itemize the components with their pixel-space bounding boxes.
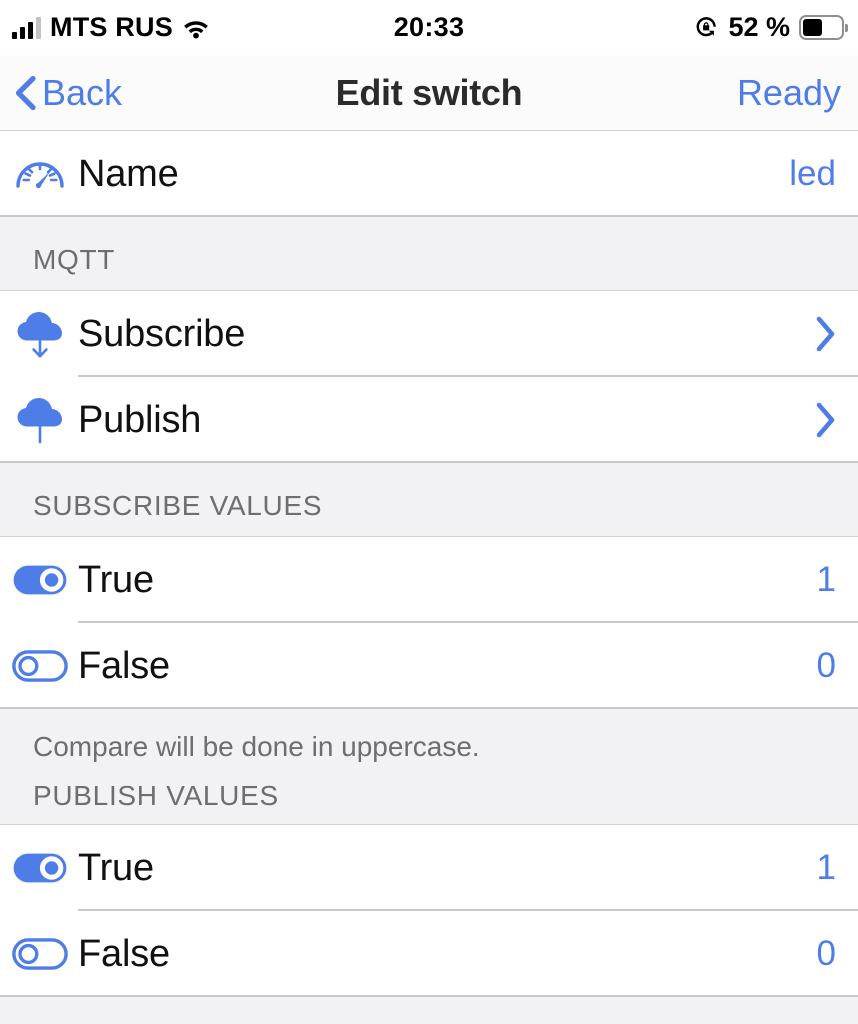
row-label: Publish (78, 399, 202, 441)
status-bar: MTS RUS 20:33 52 % (0, 0, 858, 55)
section-group: Subscribe Publish (0, 291, 858, 463)
row-separator (0, 707, 858, 709)
toggle-on-icon (12, 564, 78, 596)
row-value: 0 (816, 646, 836, 685)
subscribe-row[interactable]: Subscribe (0, 291, 858, 377)
subscribe-true-row[interactable]: True 1 (0, 537, 858, 623)
ready-button[interactable]: Ready (737, 72, 841, 114)
status-bar-right: 52 % (694, 0, 848, 55)
section-header: SUBSCRIBE VALUES (0, 463, 858, 537)
toggle-on-icon (12, 852, 78, 884)
row-label: True (78, 559, 154, 601)
row-value: led (789, 154, 836, 193)
section-footer-label: Compare will be done in uppercase. (33, 731, 480, 762)
toggle-off-icon (12, 650, 78, 682)
subscribe-false-row[interactable]: False 0 (0, 623, 858, 709)
publish-false-row[interactable]: False 0 (0, 911, 858, 997)
name-row[interactable]: Name led (0, 131, 858, 217)
row-label: Subscribe (78, 313, 246, 355)
cloud-download-icon-svg (17, 312, 62, 358)
cloud-upload-icon (12, 391, 78, 449)
row-label: True (78, 847, 154, 889)
app-screen: MTS RUS 20:33 52 % Back Edit switch Read… (0, 0, 858, 1024)
section-header-label: PUBLISH VALUES (33, 780, 279, 811)
section-group: Name led (0, 131, 858, 217)
section-header: MQTT (0, 217, 858, 291)
battery-percentage-label: 52 % (728, 12, 790, 42)
row-value: 0 (816, 934, 836, 973)
section-group: True 1 False 0 (0, 825, 858, 997)
publish-true-row[interactable]: True 1 (0, 825, 858, 911)
row-separator (0, 995, 858, 997)
toggle-off-icon-svg (12, 650, 68, 682)
row-value: 1 (816, 560, 836, 599)
toggle-on-icon-svg (13, 853, 67, 883)
navigation-bar: Back Edit switch Ready (0, 55, 858, 131)
chevron-right-icon-svg (816, 316, 835, 352)
cloud-download-icon (12, 305, 78, 363)
rotation-lock-icon (694, 15, 719, 40)
chevron-right-icon[interactable] (814, 402, 836, 438)
section-footer: Compare will be done in uppercase. (0, 709, 858, 763)
page-title: Edit switch (335, 71, 523, 113)
row-separator (0, 215, 858, 217)
toggle-on-icon-svg (13, 565, 67, 595)
section-header-label: MQTT (33, 244, 116, 275)
row-value: 1 (816, 848, 836, 887)
section-header: PUBLISH VALUES (0, 763, 858, 825)
battery-icon (799, 15, 848, 40)
chevron-right-icon[interactable] (814, 316, 836, 352)
publish-row[interactable]: Publish (0, 377, 858, 463)
gauge-icon (12, 146, 78, 202)
toggle-off-icon (12, 938, 78, 970)
section-header-label: SUBSCRIBE VALUES (33, 490, 323, 521)
section-group: True 1 False 0 (0, 537, 858, 709)
cloud-upload-icon-svg (17, 398, 62, 444)
row-label: False (78, 933, 170, 975)
chevron-right-icon-svg (816, 402, 835, 438)
toggle-off-icon-svg (12, 938, 68, 970)
gauge-icon-svg (16, 162, 64, 189)
row-label: False (78, 645, 170, 687)
row-label: Name (78, 153, 179, 195)
row-separator (0, 461, 858, 463)
settings-list: Name led MQTT Subscribe Publish SUBSCRIBE … (0, 131, 858, 997)
